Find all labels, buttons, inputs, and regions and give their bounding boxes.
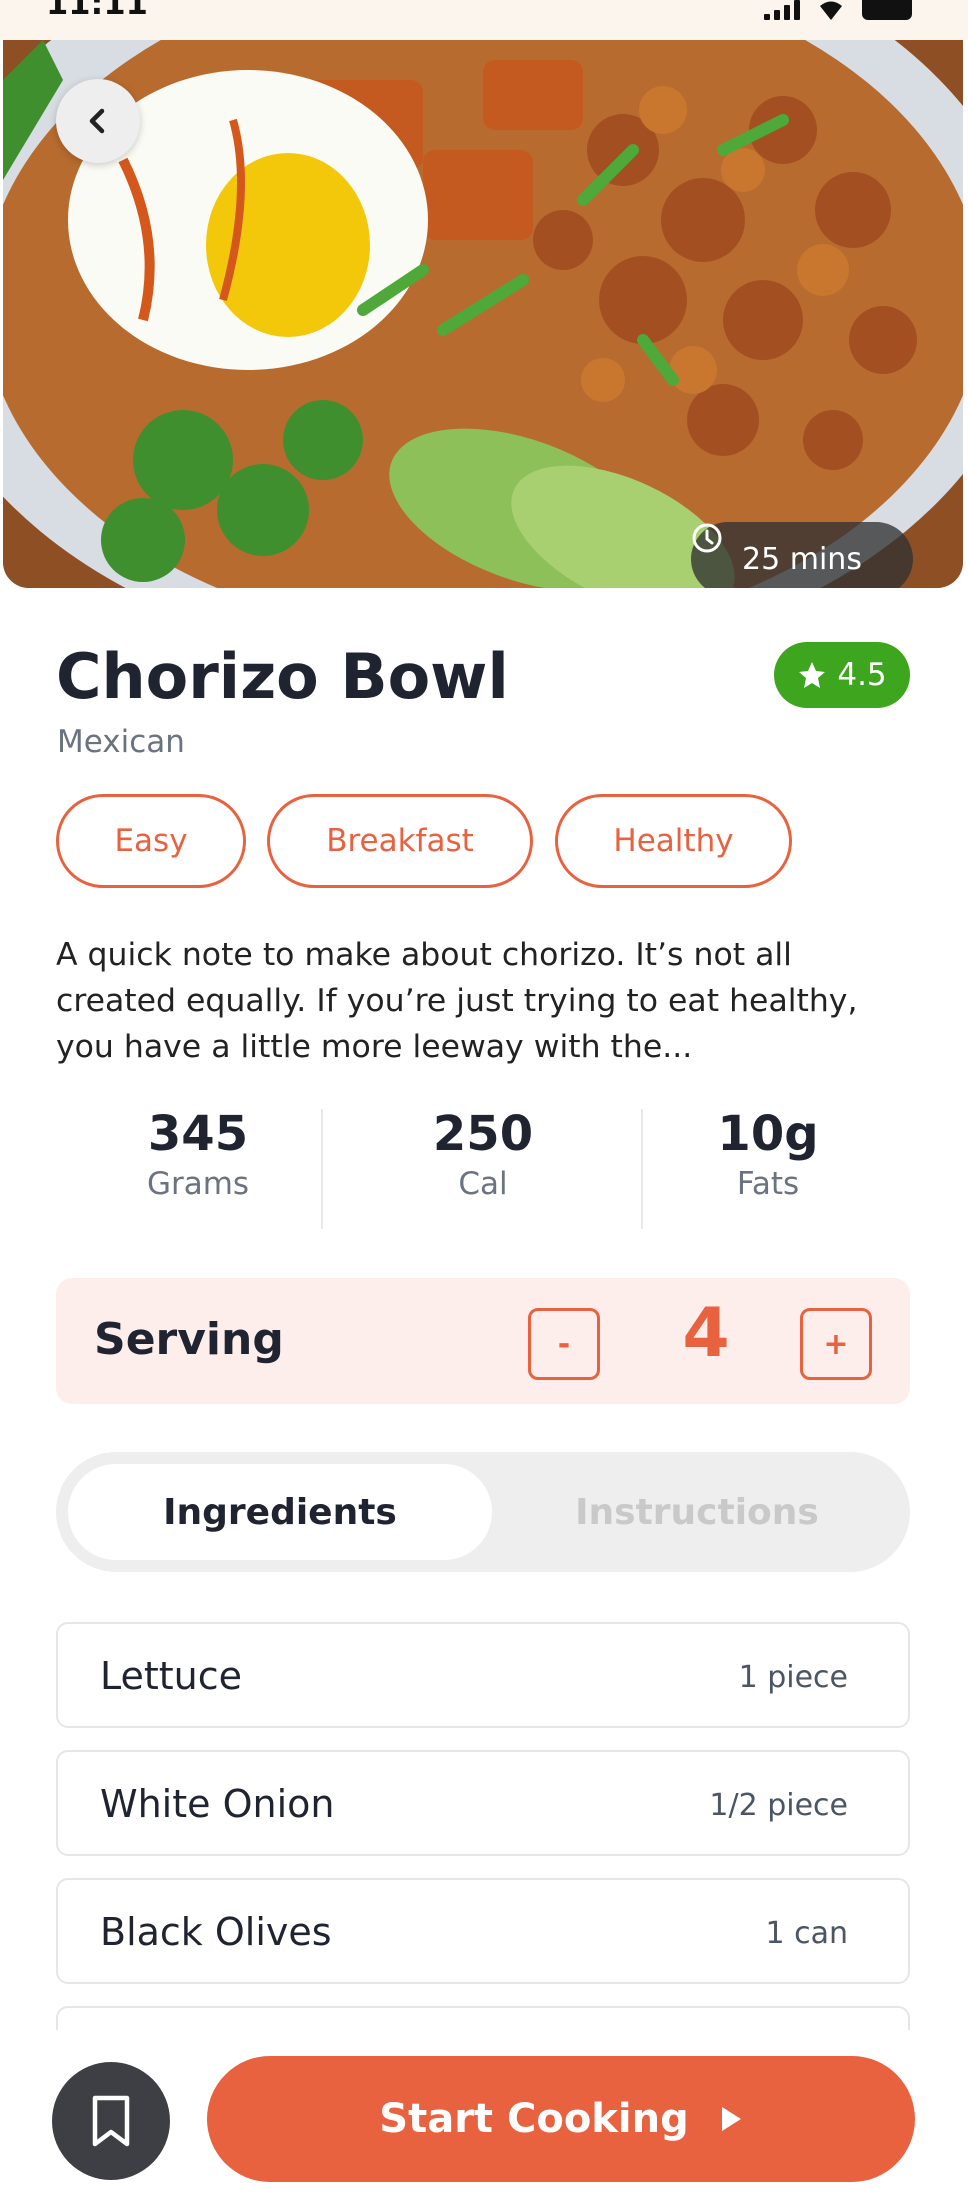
serving-selector: Serving - 4 + [56, 1278, 910, 1404]
recipe-description: A quick note to make about chorizo. It’s… [56, 937, 858, 1065]
bookmark-button[interactable] [52, 2062, 170, 2180]
ingredient-quantity: 1 piece [738, 1660, 848, 1695]
stat-calories: 250 Cal [341, 1106, 625, 1230]
recipe-cuisine: Mexican [57, 724, 185, 760]
food-photo [3, 40, 963, 588]
ingredient-item[interactable]: Lettuce 1 piece [56, 1622, 910, 1728]
ingredient-item[interactable]: Black Olives 1 can [56, 1878, 910, 1984]
star-icon [799, 662, 826, 688]
start-cooking-label: Start Cooking [379, 2096, 689, 2142]
stat-fats-value: 10g [717, 1106, 819, 1162]
ingredient-quantity: 1/2 piece [709, 1788, 848, 1823]
tag-breakfast[interactable]: Breakfast [267, 794, 533, 888]
recipe-hero-image: 25 mins [3, 40, 963, 588]
status-icons [764, 0, 912, 20]
tag-healthy[interactable]: Healthy [555, 794, 792, 888]
rating-value: 4.5 [837, 657, 887, 693]
play-icon [721, 2107, 741, 2131]
bookmark-icon [92, 2095, 130, 2147]
decrease-serving-button[interactable]: - [528, 1308, 600, 1380]
tag-easy[interactable]: Easy [56, 794, 246, 888]
ingredient-quantity: 1 can [765, 1916, 848, 1951]
rating-badge: 4.5 [774, 642, 910, 708]
ingredient-name: Lettuce [100, 1654, 243, 1698]
cook-time-text: 25 mins [742, 541, 862, 577]
back-button[interactable] [56, 79, 140, 163]
stat-fats: 10g Fats [626, 1106, 910, 1230]
start-cooking-button[interactable]: Start Cooking [207, 2056, 915, 2182]
stat-grams-value: 345 [147, 1106, 249, 1162]
recipe-title: Chorizo Bowl [56, 640, 509, 713]
tab-ingredients[interactable]: Ingredients [68, 1464, 492, 1560]
stat-fats-label: Fats [736, 1166, 800, 1202]
clock-icon [692, 523, 722, 553]
increase-serving-button[interactable]: + [800, 1308, 872, 1380]
recipe-screen: 11:11 25 mins Chorizo Bowl Mexican 4.5 E… [0, 0, 968, 2194]
stat-calories-value: 250 [432, 1106, 534, 1162]
app-frame: 11:11 25 mins Chorizo Bowl Mexican 4.5 E… [0, 0, 968, 2194]
ingredient-name: White Onion [100, 1782, 335, 1826]
nutrition-stats: 345 Grams 250 Cal 10g Fats [56, 1106, 910, 1230]
status-time: 11:11 [46, 0, 148, 22]
ingredient-item[interactable]: White Onion 1/2 piece [56, 1750, 910, 1856]
battery-icon [862, 0, 912, 20]
status-bar: 11:11 [0, 0, 968, 40]
tab-instructions[interactable]: Instructions [496, 1464, 898, 1560]
stat-grams: 345 Grams [56, 1106, 340, 1230]
chevron-left-icon [89, 108, 105, 134]
stat-calories-label: Cal [458, 1166, 508, 1202]
cook-time-badge: 25 mins [691, 522, 913, 588]
signal-icon [764, 0, 800, 20]
stat-divider [321, 1109, 323, 1229]
wifi-icon [820, 1, 842, 20]
ingredient-name: Black Olives [100, 1910, 332, 1954]
recipe-tabs: Ingredients Instructions [56, 1452, 910, 1572]
serving-count: 4 [682, 1294, 730, 1373]
stat-grams-label: Grams [146, 1166, 250, 1202]
serving-label: Serving [94, 1314, 284, 1365]
